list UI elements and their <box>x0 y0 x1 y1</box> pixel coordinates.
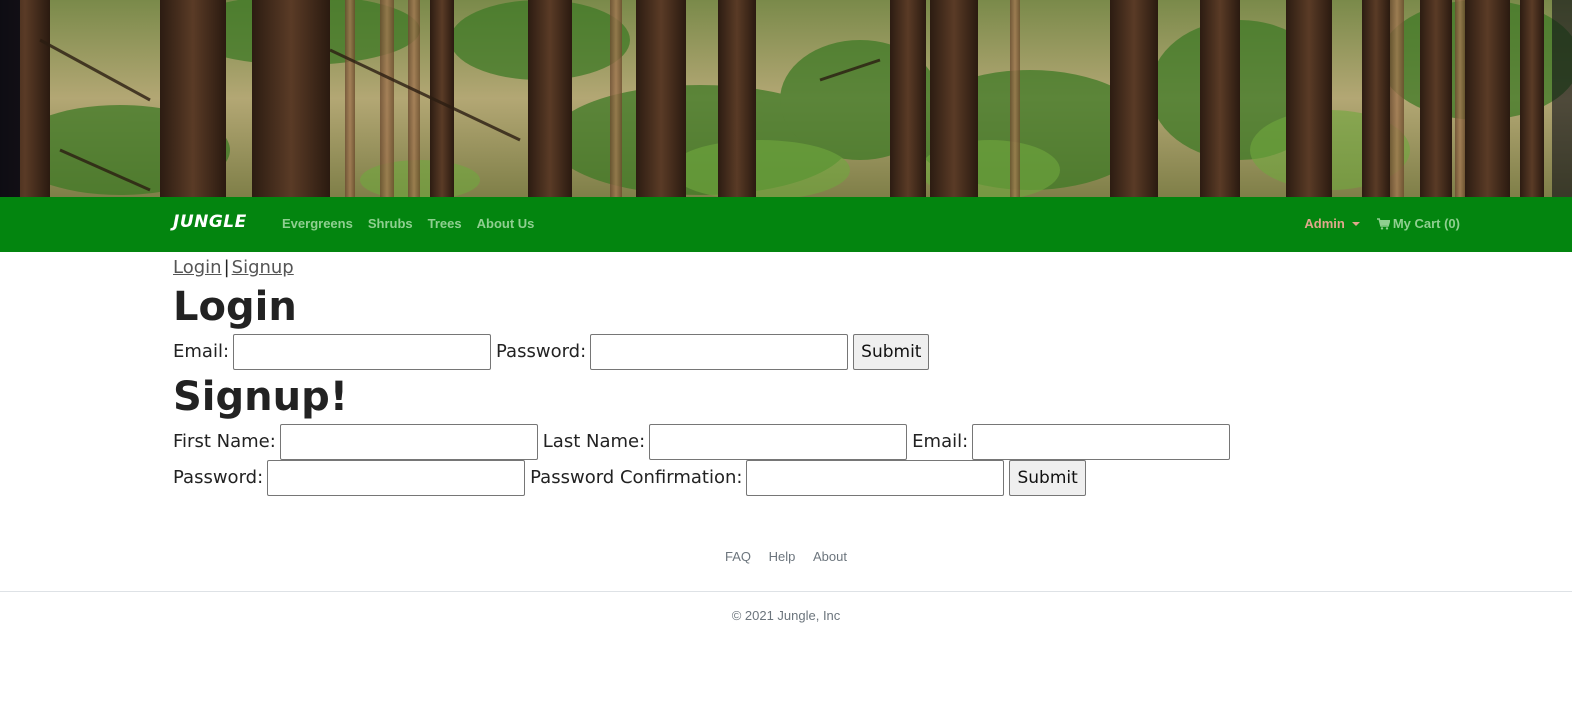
brand-logo[interactable]: JUNGLE <box>173 212 247 232</box>
breadcrumb-login-link[interactable]: Login <box>173 257 222 278</box>
my-cart-link[interactable]: My Cart (0) <box>1376 216 1460 231</box>
login-email-input[interactable] <box>233 334 492 370</box>
nav-link-about-us[interactable]: About Us <box>477 216 535 231</box>
login-password-label: Password: <box>496 341 587 362</box>
nav-link-evergreens[interactable]: Evergreens <box>282 216 353 231</box>
copyright-text: © 2021 Jungle, Inc <box>731 608 841 623</box>
login-heading: Login <box>173 284 297 330</box>
signup-submit-button[interactable]: Submit <box>1009 460 1086 496</box>
shopping-cart-icon <box>1376 217 1390 230</box>
admin-label: Admin <box>1304 216 1345 231</box>
signup-form: First Name: Last Name: Email: Password: … <box>173 424 1308 496</box>
signup-email-input[interactable] <box>972 424 1231 460</box>
nav-links: Evergreens Shrubs Trees About Us <box>282 216 549 231</box>
nav-right: Admin My Cart (0) <box>1304 216 1460 231</box>
footer-divider <box>0 591 1572 592</box>
main-content: Login | Signup Login Email: Password: Subm… <box>173 252 1403 496</box>
login-form: Email: Password: Submit <box>173 334 1403 370</box>
breadcrumb-separator: | <box>223 257 230 278</box>
breadcrumb: Login | Signup <box>173 256 1403 280</box>
signup-last-name-label: Last Name: <box>542 431 646 452</box>
admin-dropdown[interactable]: Admin <box>1304 216 1360 231</box>
signup-first-name-label: First Name: <box>173 431 276 452</box>
login-password-input[interactable] <box>590 334 849 370</box>
signup-first-name-input[interactable] <box>279 424 538 460</box>
footer-link-faq[interactable]: FAQ <box>725 549 751 564</box>
signup-password-confirmation-input[interactable] <box>746 460 1005 496</box>
main-navbar: JUNGLE Evergreens Shrubs Trees About Us … <box>0 197 1572 252</box>
signup-heading: Signup! <box>173 374 348 420</box>
forest-banner <box>0 0 1572 197</box>
nav-link-trees[interactable]: Trees <box>428 216 462 231</box>
signup-password-label: Password: <box>173 467 264 488</box>
login-email-label: Email: <box>173 341 230 362</box>
breadcrumb-signup-link[interactable]: Signup <box>232 257 294 278</box>
caret-down-icon <box>1351 221 1360 226</box>
signup-password-input[interactable] <box>267 460 526 496</box>
signup-password-confirmation-label: Password Confirmation: <box>530 467 743 488</box>
signup-last-name-input[interactable] <box>649 424 908 460</box>
footer-link-help[interactable]: Help <box>769 549 796 564</box>
cart-label: My Cart (0) <box>1392 216 1460 231</box>
forest-banner-image <box>0 0 1572 197</box>
footer-link-about[interactable]: About <box>813 549 847 564</box>
login-submit-button[interactable]: Submit <box>853 334 930 370</box>
footer-links: FAQ Help About <box>0 549 1572 564</box>
signup-email-label: Email: <box>912 431 969 452</box>
nav-link-shrubs[interactable]: Shrubs <box>368 216 413 231</box>
